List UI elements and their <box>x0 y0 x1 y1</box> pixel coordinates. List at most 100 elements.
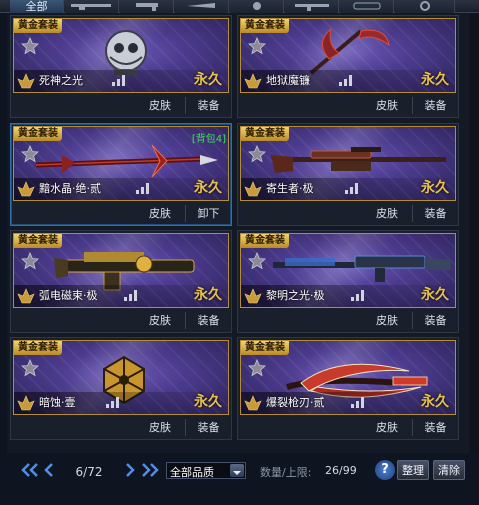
tab-pistol[interactable] <box>120 0 174 13</box>
rank-emblem-icon <box>17 288 35 304</box>
item-actions: 皮肤 卸下 <box>13 204 229 223</box>
accessory-icon <box>353 2 381 10</box>
rank-emblem-icon <box>244 73 262 89</box>
equip-button[interactable]: 装备 <box>412 312 458 329</box>
rank-emblem-icon <box>244 181 262 197</box>
item-actions: 皮肤 装备 <box>240 204 456 223</box>
equip-button[interactable]: 装备 <box>412 419 458 436</box>
gold-suit-badge: 黄金套装 <box>241 234 289 248</box>
tab-all-label: 全部 <box>25 0 48 13</box>
tab-all[interactable]: 全部 <box>10 0 64 13</box>
item-card-3[interactable]: 黄金套装 寄生者·极 永久 皮肤 装备 <box>237 123 459 226</box>
item-art: 黄金套装 寄生者·极 永久 <box>240 126 456 201</box>
item-actions: 皮肤 装备 <box>13 311 229 330</box>
equip-button[interactable]: 装备 <box>185 97 231 114</box>
duration-label: 永久 <box>421 287 449 303</box>
gold-suit-badge: 黄金套装 <box>241 341 289 355</box>
rank-emblem-icon <box>244 395 262 411</box>
favorite-star-icon[interactable] <box>21 252 39 270</box>
favorite-star-icon[interactable] <box>248 37 266 55</box>
item-card-5[interactable]: 黄金套装 黎明之光·极 永久 皮肤 装备 <box>237 230 459 333</box>
item-art: 黄金套装 死神之光 永久 <box>13 18 229 93</box>
duration-label: 永久 <box>194 287 222 303</box>
duration-label: 永久 <box>194 180 222 196</box>
skin-button[interactable]: 皮肤 <box>364 97 410 114</box>
signal-bars-icon <box>339 75 352 86</box>
skin-button[interactable]: 皮肤 <box>137 97 183 114</box>
duration-label: 永久 <box>421 72 449 88</box>
tab-grenade[interactable] <box>230 0 284 13</box>
skin-button[interactable]: 皮肤 <box>137 419 183 436</box>
equip-button[interactable]: 装备 <box>412 205 458 222</box>
item-art: 黄金套装 暗蚀·壹 永久 <box>13 340 229 415</box>
tab-rifle[interactable] <box>65 0 119 13</box>
rifle-icon <box>71 4 111 10</box>
item-name: 地狱魔镰 <box>266 74 310 87</box>
item-card-1[interactable]: 黄金套装 地狱魔镰 永久 皮肤 装备 <box>237 15 459 118</box>
item-card-2[interactable]: 黄金套装 [背包4] 黯水晶·绝·贰 永久 皮肤 卸下 <box>10 123 232 226</box>
tab-settings[interactable] <box>395 0 455 13</box>
equip-button[interactable]: 装备 <box>412 97 458 114</box>
assault-rifle-icon <box>273 255 451 282</box>
favorite-star-icon[interactable] <box>21 37 39 55</box>
help-icon[interactable]: ? <box>375 460 395 480</box>
gold-suit-badge: 黄金套装 <box>14 19 62 33</box>
spear-icon <box>35 144 218 178</box>
page-indicator: 6/72 <box>75 465 103 479</box>
favorite-star-icon[interactable] <box>248 252 266 270</box>
item-name: 黎明之光·极 <box>266 289 325 302</box>
gold-suit-badge: 黄金套装 <box>14 234 62 248</box>
tab-accessory[interactable] <box>340 0 394 13</box>
skin-button[interactable]: 皮肤 <box>137 312 183 329</box>
item-card-4[interactable]: 黄金套装 弧电磁束·极 永久 皮肤 装备 <box>10 230 232 333</box>
settings-icon <box>420 1 430 11</box>
item-card-6[interactable]: 黄金套装 暗蚀·壹 永久 皮肤 装备 <box>10 337 232 440</box>
rank-emblem-icon <box>17 181 35 197</box>
item-art: 黄金套装 黎明之光·极 永久 <box>240 233 456 308</box>
tab-smg[interactable] <box>285 0 339 13</box>
signal-bars-icon <box>112 75 125 86</box>
duration-label: 永久 <box>194 394 222 410</box>
duration-label: 永久 <box>421 180 449 196</box>
item-name: 黯水晶·绝·贰 <box>39 182 101 195</box>
quality-filter-select[interactable]: 全部品质 <box>166 462 246 479</box>
item-actions: 皮肤 装备 <box>240 96 456 115</box>
duration-label: 永久 <box>194 72 222 88</box>
gold-suit-badge: 黄金套装 <box>14 341 62 355</box>
first-page-icon[interactable] <box>20 463 40 477</box>
sort-button[interactable]: 整理 <box>397 460 429 480</box>
equip-button[interactable]: 装备 <box>185 312 231 329</box>
favorite-star-icon[interactable] <box>248 359 266 377</box>
skin-button[interactable]: 皮肤 <box>364 419 410 436</box>
unequip-button[interactable]: 卸下 <box>185 205 231 222</box>
item-card-0[interactable]: 黄金套装 死神之光 永久 皮肤 装备 <box>10 15 232 118</box>
item-name: 弧电磁束·极 <box>39 289 98 302</box>
last-page-icon[interactable] <box>140 463 160 477</box>
inventory-scrollbar[interactable] <box>470 13 479 453</box>
next-page-icon[interactable] <box>124 463 136 477</box>
equip-button[interactable]: 装备 <box>185 419 231 436</box>
item-name: 死神之光 <box>39 74 83 87</box>
skin-button[interactable]: 皮肤 <box>364 312 410 329</box>
signal-bars-icon <box>106 397 119 408</box>
rank-emblem-icon <box>244 288 262 304</box>
item-art: 黄金套装 爆裂枪刃·贰 永久 <box>240 340 456 415</box>
item-actions: 皮肤 装备 <box>13 418 229 437</box>
prev-page-icon[interactable] <box>43 463 55 477</box>
favorite-star-icon[interactable] <box>21 359 39 377</box>
gold-suit-badge: 黄金套装 <box>14 127 62 141</box>
item-actions: 皮肤 装备 <box>240 311 456 330</box>
favorite-star-icon[interactable] <box>21 145 39 163</box>
favorite-star-icon[interactable] <box>248 145 266 163</box>
clear-button[interactable]: 清除 <box>433 460 465 480</box>
rank-emblem-icon <box>17 395 35 411</box>
smg-icon <box>295 4 329 11</box>
duration-label: 永久 <box>421 394 449 410</box>
signal-bars-icon <box>351 290 364 301</box>
tab-knife[interactable] <box>175 0 229 13</box>
skin-button[interactable]: 皮肤 <box>137 205 183 222</box>
skin-button[interactable]: 皮肤 <box>364 205 410 222</box>
chevron-down-icon <box>230 464 244 477</box>
knife-icon <box>187 3 215 8</box>
item-card-7[interactable]: 黄金套装 爆裂枪刃·贰 永久 皮肤 装备 <box>237 337 459 440</box>
